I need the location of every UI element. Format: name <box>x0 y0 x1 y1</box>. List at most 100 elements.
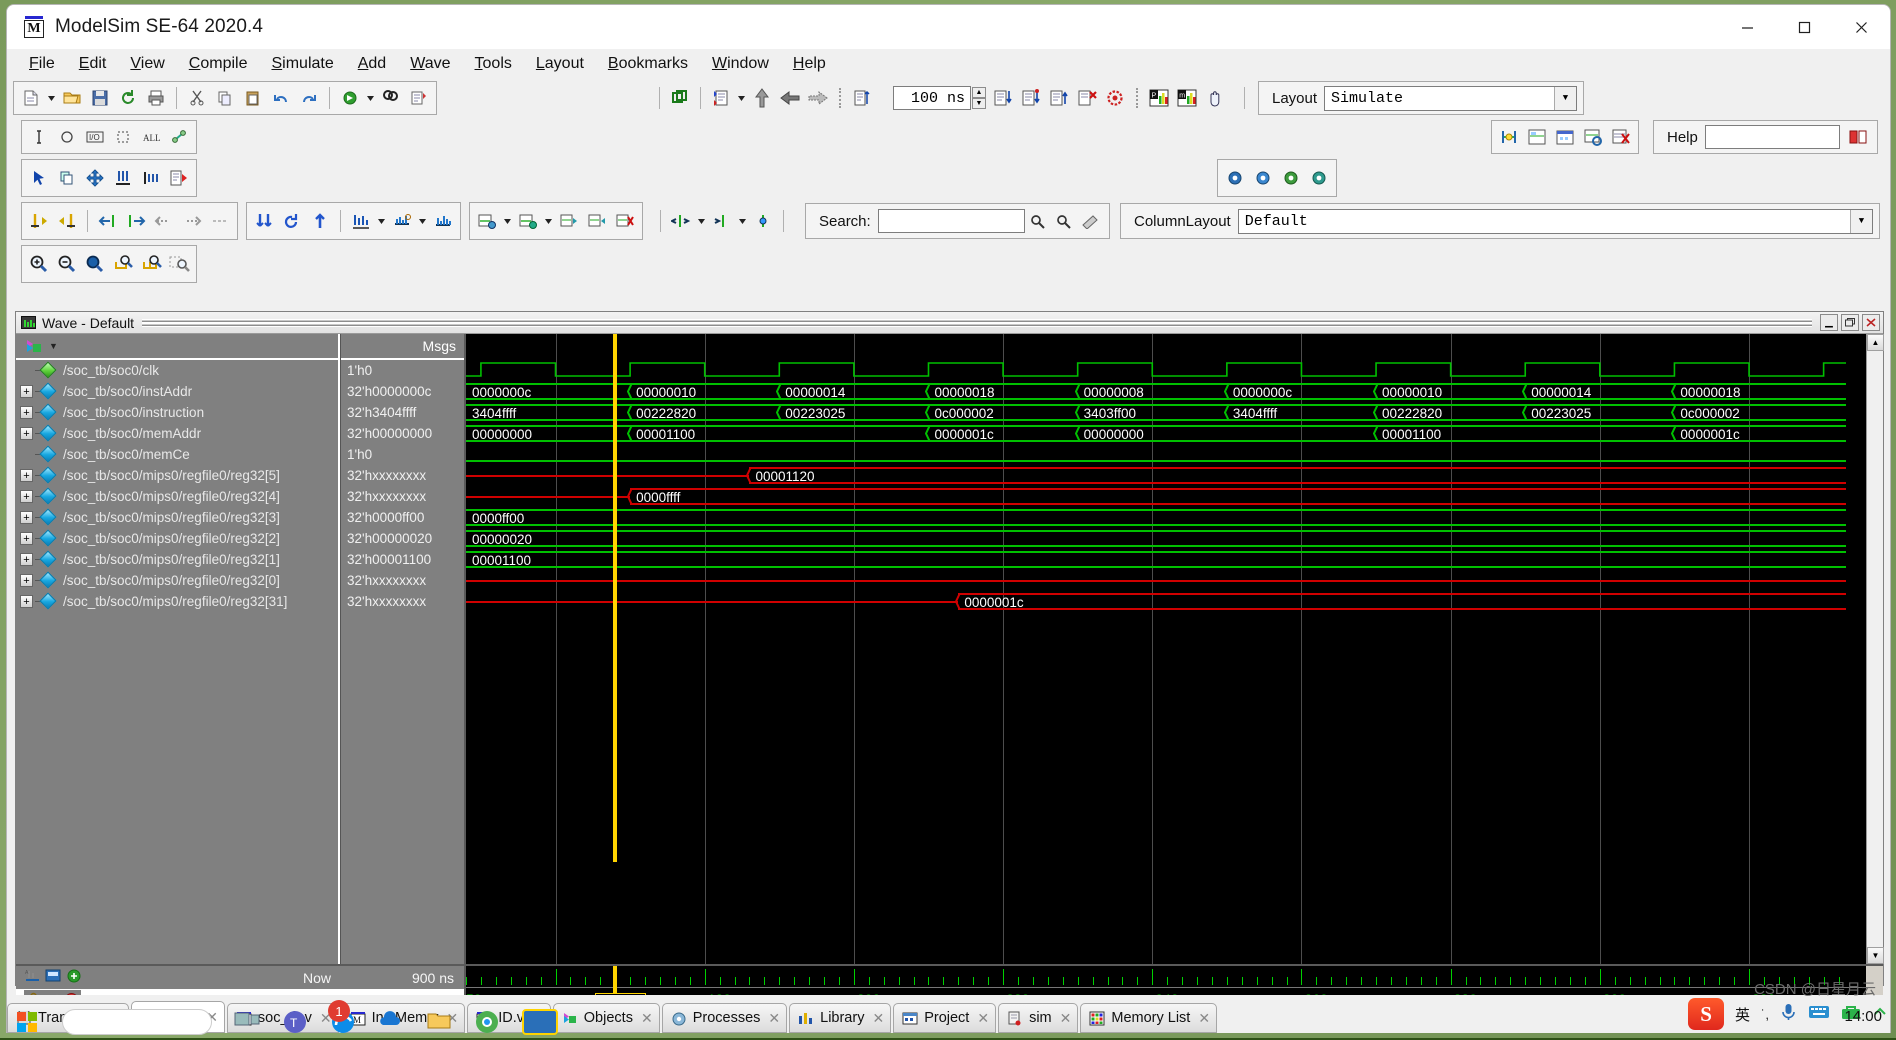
format-dropdown-icon[interactable] <box>502 208 513 234</box>
breakpoint-icon[interactable] <box>1102 85 1128 111</box>
window-grip[interactable] <box>142 318 1812 327</box>
menu-simulate[interactable]: Simulate <box>259 52 345 76</box>
expand-plus-icon[interactable]: + <box>20 427 33 440</box>
app-icon-onedrive[interactable] <box>378 1009 404 1035</box>
zoom-select-icon[interactable] <box>166 251 192 277</box>
menu-window[interactable]: Window <box>700 52 781 76</box>
expand-up-icon[interactable] <box>307 208 333 234</box>
signal-row[interactable]: + /soc_tb/soc0/mips0/regfile0/reg32[31] <box>16 591 340 612</box>
dashed-box-icon[interactable] <box>110 124 136 150</box>
gear-green-icon[interactable] <box>1278 165 1304 191</box>
expand-plus-icon[interactable]: + <box>20 490 33 503</box>
expand-all-icon[interactable] <box>251 208 277 234</box>
reload-icon[interactable] <box>115 85 141 111</box>
io-port-icon[interactable]: I/O <box>82 124 108 150</box>
signal-row[interactable]: + /soc_tb/soc0/mips0/regfile0/reg32[0] <box>16 570 340 591</box>
edit-mode-icon[interactable] <box>54 165 80 191</box>
app-icon-chrome[interactable] <box>474 1009 500 1035</box>
menu-bookmarks[interactable]: Bookmarks <box>596 52 700 76</box>
format-analog-icon[interactable] <box>474 208 500 234</box>
wave-display-props-icon[interactable] <box>45 969 63 986</box>
add-cursor-icon[interactable] <box>67 969 82 986</box>
cursor-1-line[interactable] <box>613 334 618 862</box>
sort-dropdown-icon[interactable] <box>376 208 387 234</box>
menu-add[interactable]: Add <box>346 52 398 76</box>
app-icon-modelsim-active[interactable] <box>522 1009 558 1035</box>
format-bus-icon[interactable] <box>515 208 541 234</box>
columnlayout-chevron-down-icon[interactable]: ▼ <box>1850 209 1872 233</box>
align-down-icon[interactable] <box>110 165 136 191</box>
notification-badge[interactable]: 1 <box>328 1000 350 1022</box>
zoom-in-icon[interactable] <box>26 251 52 277</box>
expand-plus-icon[interactable]: + <box>20 511 33 524</box>
time-ruler[interactable]: 50 ns180 ns200 ns220 ns240 ns260 ns280 n… <box>466 966 1866 995</box>
signal-row[interactable]: + /soc_tb/soc0/mips0/regfile0/reg32[4] <box>16 486 340 507</box>
cut-icon[interactable] <box>184 85 210 111</box>
run-dropdown-icon[interactable] <box>736 85 747 111</box>
zoom-range-icon[interactable] <box>138 251 164 277</box>
break-icon[interactable] <box>849 85 875 111</box>
menu-tools[interactable]: Tools <box>463 52 524 76</box>
menu-compile[interactable]: Compile <box>177 52 260 76</box>
maximize-button[interactable] <box>1776 5 1833 49</box>
task-view-icon[interactable] <box>234 1009 260 1035</box>
expand-plus-icon[interactable]: + <box>20 385 33 398</box>
next-event-icon[interactable] <box>179 208 205 234</box>
scroll-up-arrow-icon[interactable]: ▲ <box>1867 334 1884 351</box>
minimize-button[interactable] <box>1719 5 1776 49</box>
search-box[interactable] <box>62 1009 212 1035</box>
layout-combo[interactable]: Simulate ▼ <box>1324 85 1577 111</box>
new-file-icon[interactable] <box>18 85 44 111</box>
app-icon-teams[interactable]: T <box>282 1009 308 1035</box>
step-icon[interactable] <box>805 85 831 111</box>
names-dropdown-icon[interactable]: ▼ <box>49 341 58 351</box>
run-all-icon[interactable] <box>777 85 803 111</box>
compile-icon[interactable] <box>337 85 363 111</box>
signal-row[interactable]: /soc_tb/soc0/memCe <box>16 444 340 465</box>
link-icon[interactable] <box>166 124 192 150</box>
goto-event-icon[interactable] <box>207 208 233 234</box>
paste-icon[interactable] <box>240 85 266 111</box>
zoom-out-icon[interactable] <box>54 251 80 277</box>
move-icon[interactable] <box>82 165 108 191</box>
hand-pan-icon[interactable] <box>1202 85 1228 111</box>
profile-memory-icon[interactable]: m <box>1174 85 1200 111</box>
app-icon-explorer[interactable] <box>426 1009 452 1035</box>
cursor-center-icon[interactable] <box>750 208 776 234</box>
print-icon[interactable] <box>143 85 169 111</box>
signal-row[interactable]: + /soc_tb/soc0/mips0/regfile0/reg32[5] <box>16 465 340 486</box>
gear-teal-icon[interactable] <box>1306 165 1332 191</box>
run-length-spinner[interactable]: ▲ ▼ <box>972 87 986 109</box>
scroll-down-arrow-icon[interactable]: ▼ <box>1867 947 1884 964</box>
signal-row[interactable]: /soc_tb/soc0/clk <box>16 360 340 381</box>
circle-shape-icon[interactable] <box>54 124 80 150</box>
remove-signal-icon[interactable] <box>612 208 638 234</box>
new-file-dropdown-icon[interactable] <box>46 85 57 111</box>
combine-signals-icon[interactable] <box>556 208 582 234</box>
save-icon[interactable] <box>87 85 113 111</box>
close-button[interactable] <box>1833 5 1890 49</box>
objects-palette-icon[interactable] <box>24 338 46 354</box>
undo-icon[interactable] <box>268 85 294 111</box>
zoom-full-icon[interactable] <box>82 251 108 277</box>
search-input[interactable] <box>877 209 1025 233</box>
step-out-icon[interactable] <box>1046 85 1072 111</box>
search-next-icon[interactable] <box>1051 208 1077 234</box>
signal-row[interactable]: + /soc_tb/soc0/mips0/regfile0/reg32[2] <box>16 528 340 549</box>
find-icon[interactable] <box>378 85 404 111</box>
profile-performance-icon[interactable]: P <box>1146 85 1172 111</box>
wave-close-button[interactable] <box>1862 314 1880 331</box>
signal-row[interactable]: + /soc_tb/soc0/mips0/regfile0/reg32[3] <box>16 507 340 528</box>
wave-bookmark-icon[interactable]: A <box>24 969 41 986</box>
columnlayout-combo[interactable]: Default ▼ <box>1237 208 1873 234</box>
search-prev-icon[interactable] <box>1025 208 1051 234</box>
signal-row[interactable]: + /soc_tb/soc0/mips0/regfile0/reg32[1] <box>16 549 340 570</box>
expand-plus-icon[interactable]: + <box>20 532 33 545</box>
menu-view[interactable]: View <box>118 52 176 76</box>
insert-cursor-right-icon[interactable] <box>54 208 80 234</box>
format-bus-dropdown-icon[interactable] <box>543 208 554 234</box>
gear-blue-alt-icon[interactable] <box>1250 165 1276 191</box>
expand-plus-icon[interactable]: + <box>20 595 33 608</box>
insert-cursor-left-icon[interactable] <box>26 208 52 234</box>
align-group-icon[interactable] <box>138 165 164 191</box>
